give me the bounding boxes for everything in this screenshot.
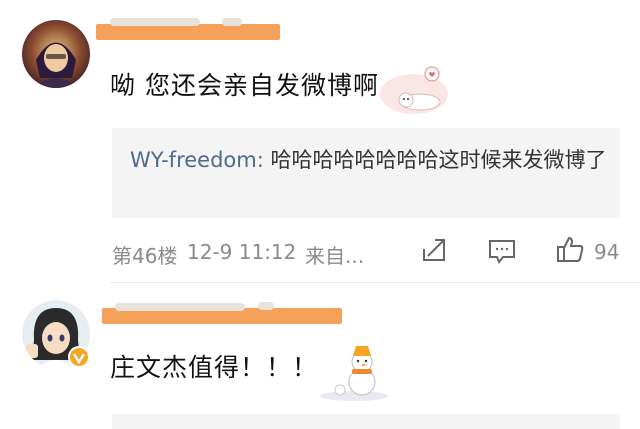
comment-text: 呦 您还会亲自发微博啊 <box>110 71 379 100</box>
divider <box>110 282 640 283</box>
comment-icon[interactable] <box>487 237 517 269</box>
like-count: 94 <box>594 240 620 264</box>
quoted-reply-text: 哈哈哈哈哈哈哈哈这时候来发微博了 <box>263 148 607 172</box>
username-fragment <box>222 18 242 26</box>
username-fragment <box>258 302 274 310</box>
verified-badge-icon <box>68 346 90 372</box>
avatar[interactable] <box>22 20 90 88</box>
username-fragment <box>110 18 200 26</box>
quoted-reply[interactable]: WY-freedom: 哈哈哈哈哈哈哈哈这时候来发微博了 <box>112 128 620 218</box>
share-icon[interactable] <box>420 236 448 268</box>
floor-number: 第46楼 <box>112 244 178 268</box>
comment-item: 呦 您还会亲自发微博啊 WY-freedom: 哈哈哈哈哈哈哈哈这时候来发微博了… <box>0 0 640 270</box>
comment-item: 庄文杰值得！！！ <box>0 290 640 429</box>
quoted-reply-content: WY-freedom: 哈哈哈哈哈哈哈哈这时候来发微博了 <box>130 142 610 178</box>
cat-sticker <box>380 58 450 122</box>
quoted-reply[interactable] <box>112 414 620 429</box>
username-fragment <box>115 303 245 311</box>
comment-text: 庄文杰值得！！！ <box>110 353 319 382</box>
comment-source: 来自... <box>305 244 365 268</box>
comment-time: 12-9 11:12 <box>187 240 297 264</box>
quoted-username-link[interactable]: WY-freedom: <box>130 148 264 172</box>
snowman-sticker <box>318 342 390 406</box>
thumbs-up-icon[interactable] <box>555 234 585 268</box>
username-redacted[interactable] <box>96 24 280 40</box>
